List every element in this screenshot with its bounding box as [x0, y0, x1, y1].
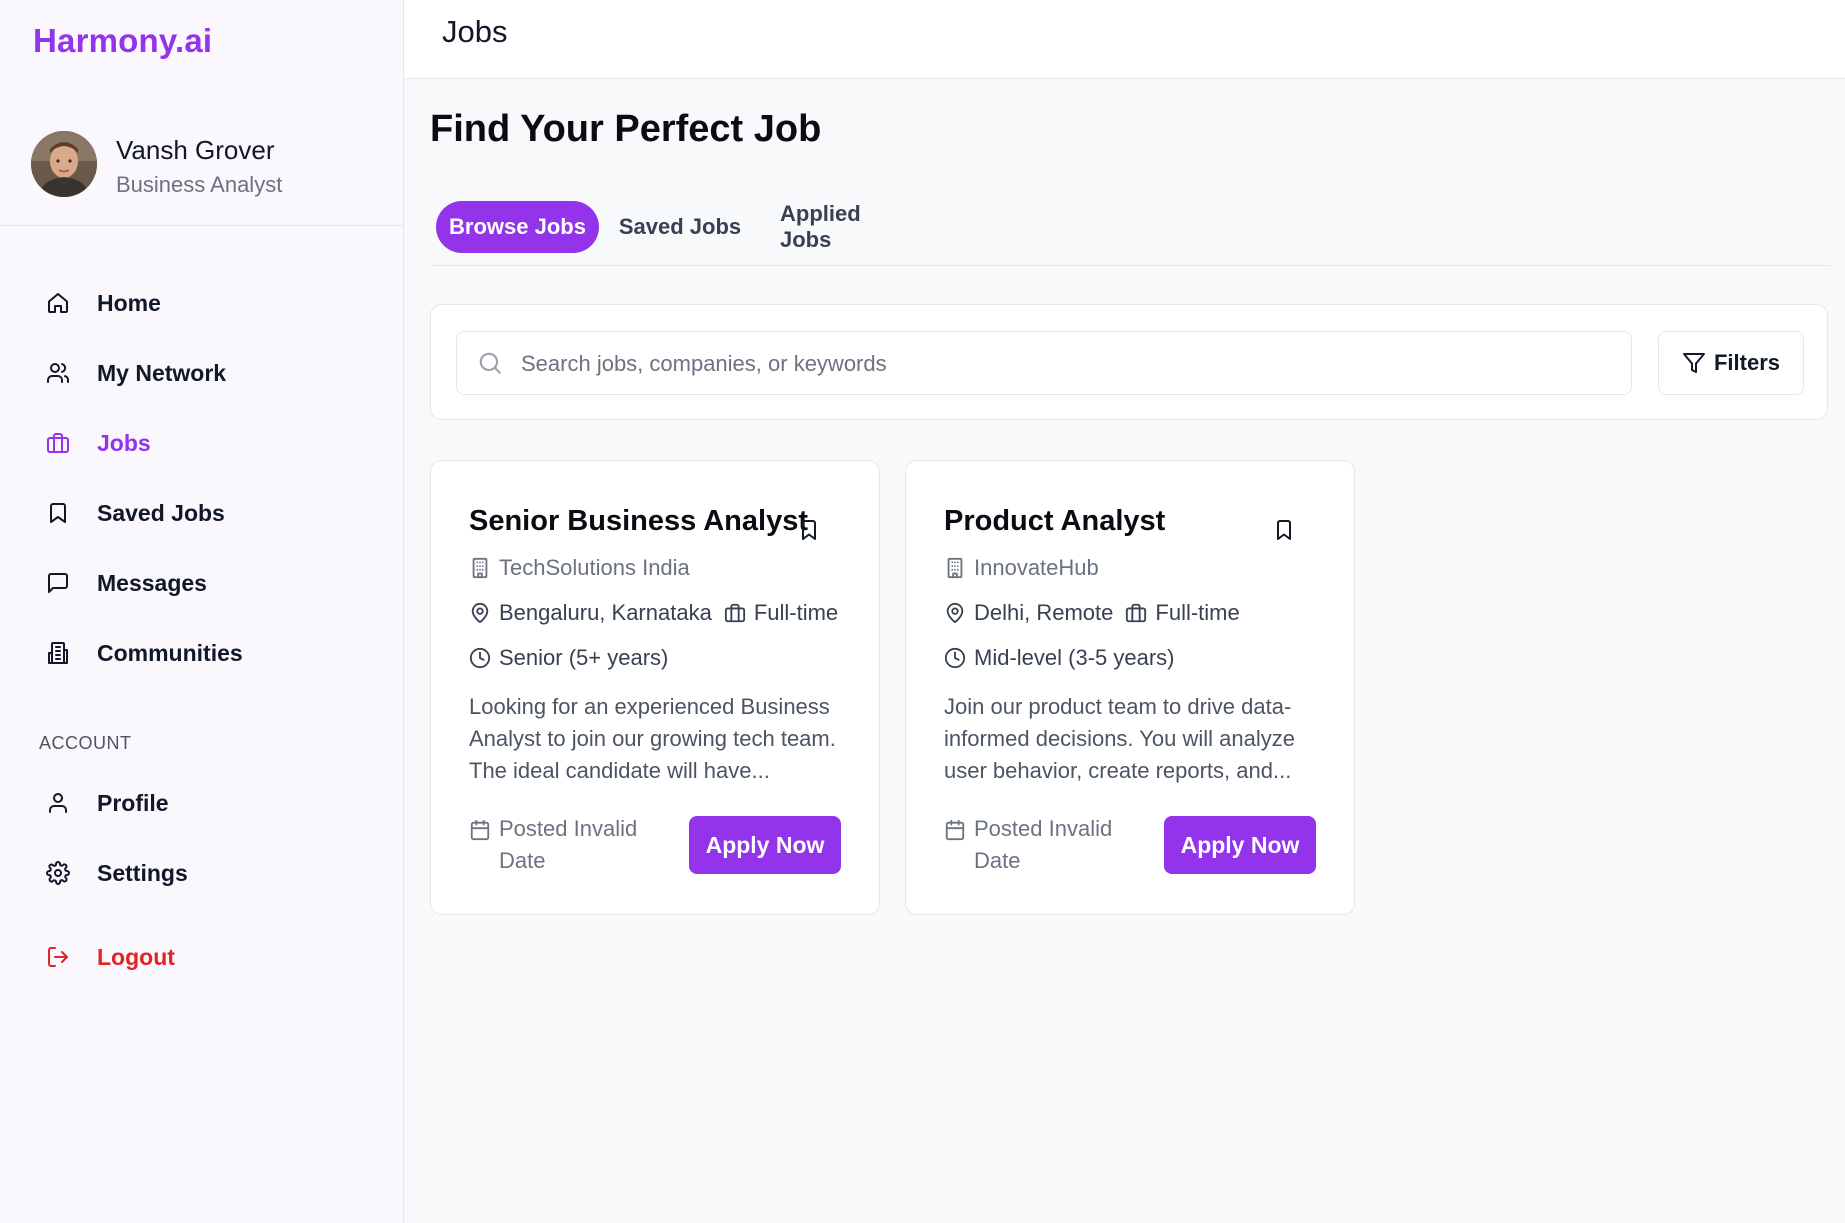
job-tabs: Browse Jobs Saved Jobs Applied Jobs — [430, 200, 1830, 266]
building-icon — [40, 635, 76, 671]
sidebar-item-label: My Network — [97, 359, 227, 386]
job-experience: Mid-level (3-5 years) — [974, 645, 1175, 670]
sidebar-item-communities[interactable]: Communities — [40, 628, 370, 678]
building-icon — [944, 557, 966, 579]
sidebar-item-label: Settings — [97, 859, 188, 886]
sidebar-item-jobs[interactable]: Jobs — [40, 418, 370, 468]
message-icon — [40, 565, 76, 601]
apply-now-button[interactable]: Apply Now — [1164, 816, 1316, 874]
job-location: Bengaluru, Karnataka — [499, 600, 712, 625]
sidebar-item-messages[interactable]: Messages — [40, 558, 370, 608]
logout-button[interactable]: Logout — [40, 932, 370, 982]
briefcase-icon — [1125, 602, 1147, 624]
filters-label: Filters — [1713, 350, 1781, 375]
job-location: Delhi, Remote — [974, 600, 1114, 625]
sidebar-item-saved-jobs[interactable]: Saved Jobs — [40, 488, 370, 538]
sidebar-item-label: Communities — [97, 639, 243, 666]
briefcase-icon — [40, 425, 76, 461]
job-experience-row: Senior (5+ years) — [469, 645, 668, 671]
gear-icon — [40, 855, 76, 891]
job-posted: Posted Invalid Date — [469, 813, 669, 877]
map-pin-icon — [944, 602, 966, 624]
bookmark-icon — [40, 495, 76, 531]
company-name: TechSolutions India — [499, 555, 690, 580]
job-type: Full-time — [753, 600, 839, 625]
search-icon — [477, 350, 503, 381]
job-description: Looking for an experienced Business Anal… — [469, 694, 836, 783]
bookmark-icon[interactable] — [797, 517, 821, 548]
company-name: InnovateHub — [974, 555, 1099, 580]
clock-icon — [469, 647, 491, 669]
filters-button[interactable]: Filters — [1658, 331, 1804, 395]
job-company: TechSolutions India — [469, 555, 690, 581]
clock-icon — [944, 647, 966, 669]
map-pin-icon — [469, 602, 491, 624]
building-icon — [469, 557, 491, 579]
users-icon — [40, 355, 76, 391]
calendar-icon — [944, 819, 966, 841]
search-panel: Filters — [430, 304, 1828, 420]
bookmark-icon[interactable] — [1272, 517, 1296, 548]
page-title: Find Your Perfect Job — [430, 108, 822, 150]
avatar[interactable] — [31, 131, 97, 197]
job-location-type: Bengaluru, Karnataka Full-time — [469, 600, 838, 626]
search-box[interactable] — [456, 331, 1632, 395]
user-profile-card[interactable]: Vansh Grover Business Analyst — [0, 120, 404, 226]
sidebar-item-label: Profile — [97, 789, 169, 816]
sidebar-item-settings[interactable]: Settings — [40, 848, 370, 898]
job-location-type: Delhi, Remote Full-time — [944, 600, 1240, 626]
user-role: Business Analyst — [116, 172, 283, 197]
job-posted: Posted Invalid Date — [944, 813, 1144, 877]
sidebar-item-home[interactable]: Home — [40, 278, 370, 328]
sidebar: Harmony.ai Vansh Grover Business Analyst… — [0, 0, 404, 1223]
job-card[interactable]: Product Analyst InnovateHub Delhi, Remot… — [905, 460, 1355, 915]
brand-logo[interactable]: Harmony.ai — [33, 22, 212, 60]
top-bar: Jobs — [404, 0, 1845, 79]
user-icon — [40, 785, 76, 821]
logout-label: Logout — [97, 943, 175, 970]
job-title[interactable]: Product Analyst — [944, 505, 1165, 538]
account-section-label: ACCOUNT — [39, 733, 132, 753]
header-title: Jobs — [442, 14, 508, 49]
job-experience: Senior (5+ years) — [499, 645, 669, 670]
sidebar-item-my-network[interactable]: My Network — [40, 348, 370, 398]
sidebar-item-label: Jobs — [97, 429, 151, 456]
sidebar-item-label: Home — [97, 289, 161, 316]
job-type: Full-time — [1155, 600, 1240, 625]
job-description: Join our product team to drive data-info… — [944, 694, 1295, 783]
tab-browse-jobs[interactable]: Browse Jobs — [436, 201, 599, 253]
sidebar-item-label: Saved Jobs — [97, 499, 225, 526]
tab-saved-jobs[interactable]: Saved Jobs — [617, 201, 743, 253]
user-name: Vansh Grover — [116, 135, 275, 165]
apply-now-button[interactable]: Apply Now — [689, 816, 841, 874]
job-card[interactable]: Senior Business Analyst TechSolutions In… — [430, 460, 880, 915]
filter-icon — [1682, 351, 1706, 375]
posted-date: Posted Invalid Date — [499, 816, 638, 873]
calendar-icon — [469, 819, 491, 841]
posted-date: Posted Invalid Date — [974, 816, 1113, 873]
job-title[interactable]: Senior Business Analyst — [469, 505, 808, 538]
job-company: InnovateHub — [944, 555, 1099, 581]
briefcase-icon — [724, 602, 746, 624]
sidebar-item-profile[interactable]: Profile — [40, 778, 370, 828]
sidebar-item-label: Messages — [97, 569, 207, 596]
job-experience-row: Mid-level (3-5 years) — [944, 645, 1175, 671]
search-input[interactable] — [521, 346, 1611, 382]
logout-icon — [40, 939, 76, 975]
tab-applied-jobs[interactable]: Applied Jobs — [780, 201, 918, 253]
home-icon — [40, 285, 76, 321]
